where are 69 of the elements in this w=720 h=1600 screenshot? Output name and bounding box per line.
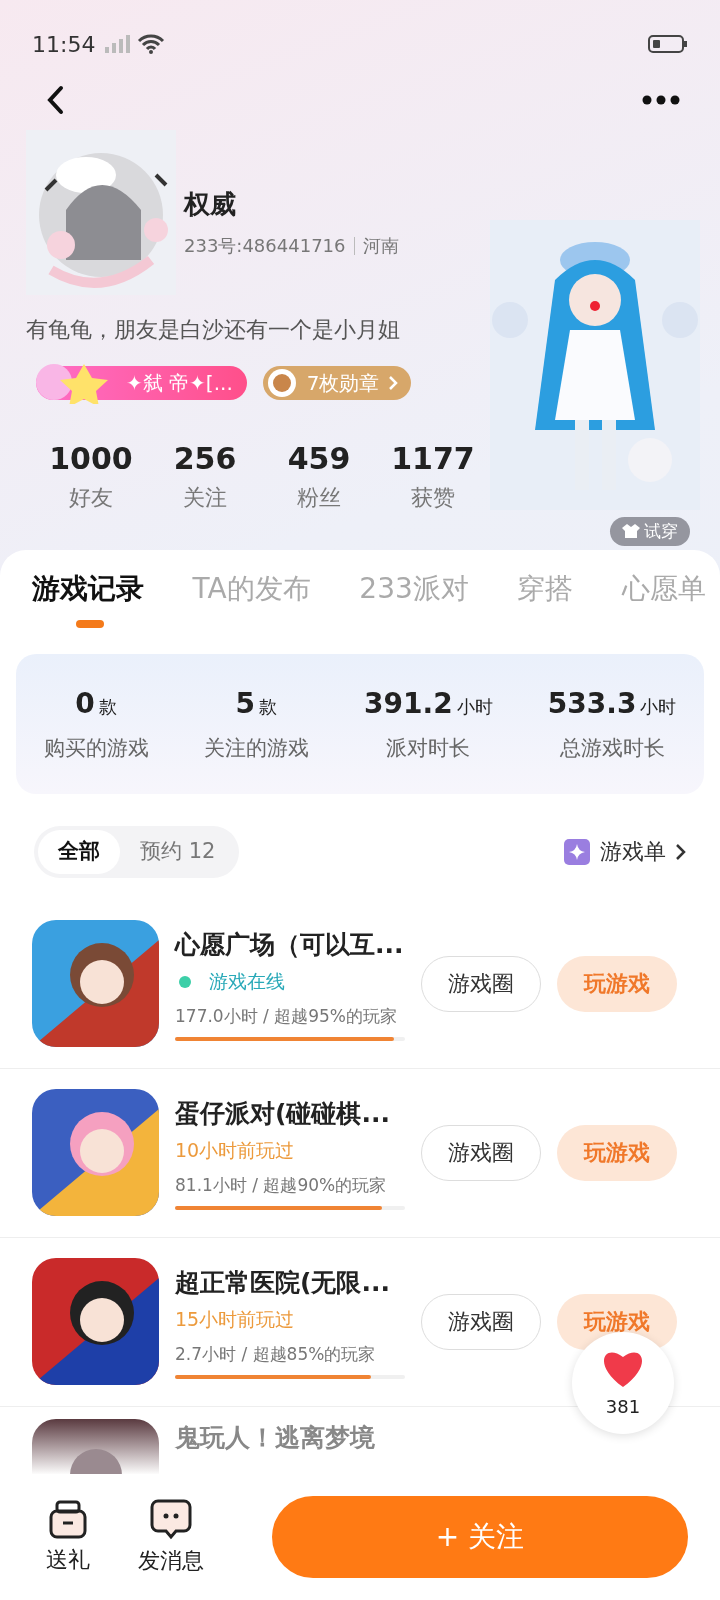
summary-unit: 小时 (640, 695, 677, 720)
medal-badge[interactable]: 7枚勋章 (262, 366, 412, 400)
summary-value: 391.2 (364, 686, 453, 723)
stat-value: 256 (173, 440, 237, 478)
game-title: 蛋仔派对(碰碰棋... (175, 1097, 391, 1130)
game-status: 15小时前玩过 (175, 1307, 295, 1333)
stat-label: 关注 (183, 484, 227, 512)
gift-button[interactable]: 送礼 (40, 1497, 96, 1577)
clock: 11:54 (32, 30, 96, 59)
follow-button[interactable]: + 关注 (272, 1496, 688, 1578)
game-circle-button[interactable]: 游戏圈 (421, 955, 541, 1012)
game-circle-button[interactable]: 游戏圈 (421, 1293, 541, 1350)
online-dot-icon (179, 975, 191, 988)
stat-value: 1000 (49, 440, 133, 478)
more-icon (642, 95, 680, 105)
tab[interactable]: 游戏记录 (32, 568, 144, 610)
stat-value: 1177 (391, 440, 475, 478)
summary-label: 派对时长 (386, 735, 471, 763)
summary-value: 0 (75, 686, 95, 723)
play-stats: 2.7小时 / 超越85%的玩家 (175, 1342, 377, 1366)
stat-label: 好友 (69, 484, 113, 512)
game-list-link[interactable]: 游戏单 (564, 835, 686, 869)
back-button[interactable] (46, 85, 66, 115)
message-icon (150, 1497, 192, 1540)
summary-value: 5 (235, 686, 256, 723)
signal-icon (103, 33, 132, 55)
tab[interactable]: 心愿单 (622, 568, 706, 610)
message-button[interactable]: 发消息 (132, 1496, 210, 1578)
stat-value: 459 (287, 440, 351, 478)
user-bio: 有龟龟，朋友是白沙还有一个是小月姐 (26, 316, 401, 344)
summary-unit: 款 (98, 695, 117, 720)
user-id: 233号:486441716 (184, 234, 346, 258)
shirt-icon (622, 523, 640, 540)
play-button[interactable]: 玩游戏 (557, 955, 677, 1012)
stat-label: 获赞 (411, 484, 455, 512)
play-button[interactable]: 玩游戏 (557, 1124, 677, 1181)
tab[interactable]: TA的发布 (192, 568, 311, 610)
filter-tab[interactable]: 预约 12 (120, 830, 236, 874)
game-title: 超正常医院(无限... (175, 1266, 391, 1299)
summary-unit: 款 (259, 695, 278, 720)
try-on-button[interactable]: 试穿 (610, 516, 690, 546)
game-title: 心愿广场（可以互... (175, 928, 405, 961)
summary-label: 总游戏时长 (559, 735, 665, 763)
wifi-icon (137, 33, 166, 55)
user-region: 河南 (362, 234, 399, 258)
game-circle-button[interactable]: 游戏圈 (421, 1124, 541, 1181)
summary-label: 关注的游戏 (203, 735, 309, 763)
tab[interactable]: 233派对 (359, 568, 469, 610)
user-name: 权威 (184, 188, 237, 221)
chevron-icon (387, 374, 400, 392)
play-stats: 177.0小时 / 超越95%的玩家 (175, 1004, 398, 1028)
play-stats: 81.1小时 / 超越90%的玩家 (175, 1173, 388, 1197)
game-status: 游戏在线 (209, 969, 285, 995)
game-title: 鬼玩人！逃离梦境 (175, 1421, 376, 1454)
summary-label: 购买的游戏 (43, 735, 149, 763)
filter-tab[interactable]: 全部 (38, 830, 120, 874)
summary-unit: 小时 (456, 695, 493, 720)
stat-label: 粉丝 (297, 484, 341, 512)
chevron-icon (674, 841, 686, 862)
back-icon (46, 85, 66, 115)
medal-icon (266, 368, 297, 398)
summary-value: 533.3 (547, 686, 637, 723)
gift-icon (47, 1498, 89, 1539)
game-status: 10小时前玩过 (175, 1138, 295, 1164)
tab[interactable]: 穿搭 (517, 568, 574, 610)
more-button[interactable] (642, 95, 680, 105)
sparkle-icon (564, 838, 592, 865)
battery-icon (648, 33, 688, 55)
tab-indicator (75, 620, 104, 628)
